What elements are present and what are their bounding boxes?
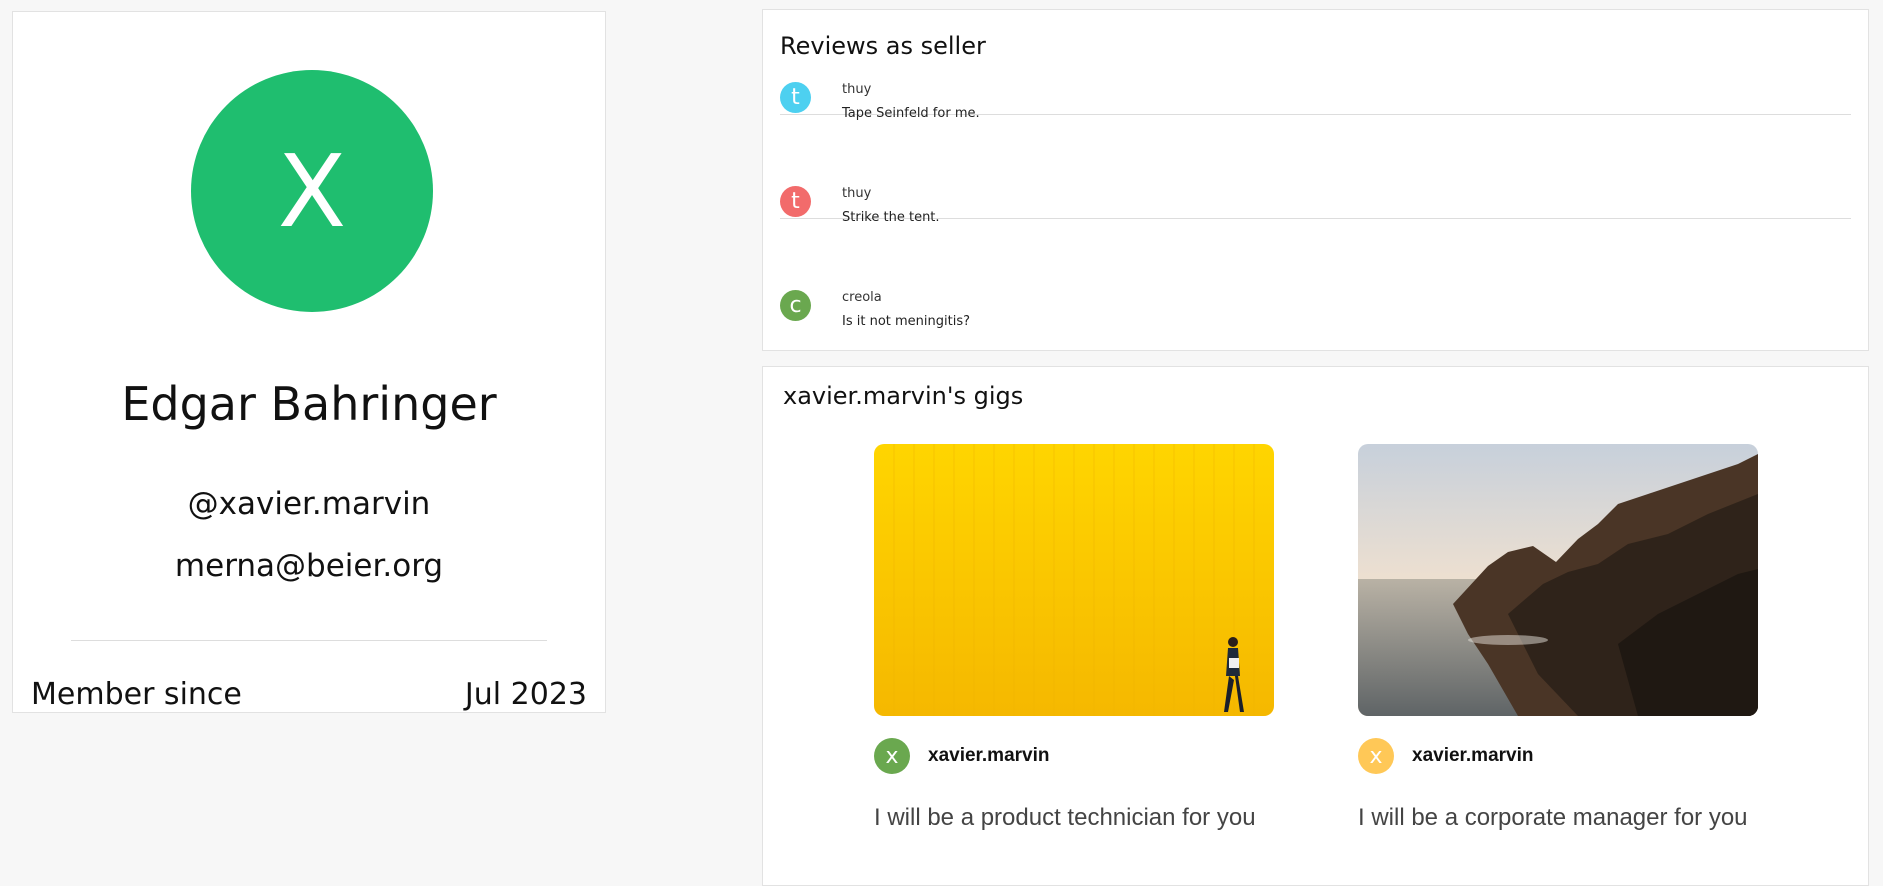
reviewer-avatar: t <box>780 186 811 217</box>
profile-divider <box>71 640 547 641</box>
yellow-wall-photo <box>874 444 1274 716</box>
review-item: t thuy Strike the tent. <box>780 114 1851 225</box>
gig-author-name[interactable]: xavier.marvin <box>1412 745 1533 767</box>
gig-author-name[interactable]: xavier.marvin <box>928 745 1049 767</box>
gig-title[interactable]: I will be a product technician for you <box>874 804 1256 832</box>
review-text: Is it not meningitis? <box>842 314 971 329</box>
gig-author-avatar: x <box>874 738 910 774</box>
gig-image-coastal-cliff[interactable] <box>1358 444 1758 716</box>
gig-title[interactable]: I will be a corporate manager for you <box>1358 804 1748 832</box>
gigs-title: xavier.marvin's gigs <box>783 382 1024 410</box>
profile-email: merna@beier.org <box>174 548 444 584</box>
profile-name: Edgar Bahringer <box>121 377 497 431</box>
gig-author[interactable]: x xavier.marvin <box>1358 738 1533 774</box>
gig-author-avatar: x <box>1358 738 1394 774</box>
review-item: c creola Is it not meningitis? <box>780 218 1851 329</box>
profile-card: X Edgar Bahringer @xavier.marvin merna@b… <box>12 11 606 713</box>
reviewer-name: thuy <box>842 186 872 201</box>
reviews-card: Reviews as seller t thuy Tape Seinfeld f… <box>762 9 1869 351</box>
reviewer-avatar: c <box>780 290 811 321</box>
profile-handle: @xavier.marvin <box>187 486 431 522</box>
gig-card[interactable]: x xavier.marvin I will be a corporate ma… <box>1358 444 1758 831</box>
member-since-row: Member since Jul 2023 <box>31 680 587 710</box>
gig-card[interactable]: x xavier.marvin I will be a product tech… <box>874 444 1274 831</box>
reviewer-name: thuy <box>842 82 872 97</box>
gig-image-yellow-wall[interactable] <box>874 444 1274 716</box>
profile-avatar: X <box>191 70 433 312</box>
gigs-card: xavier.marvin's gigs x xavier.marvin I w… <box>762 366 1869 886</box>
member-since-date: Jul 2023 <box>464 677 587 712</box>
reviewer-avatar: t <box>780 82 811 113</box>
review-item: t thuy Tape Seinfeld for me. <box>780 10 1851 121</box>
reviewer-name: creola <box>842 290 882 305</box>
gig-author[interactable]: x xavier.marvin <box>874 738 1049 774</box>
member-since-label: Member since <box>31 677 242 712</box>
coastal-cliff-photo <box>1358 444 1758 716</box>
